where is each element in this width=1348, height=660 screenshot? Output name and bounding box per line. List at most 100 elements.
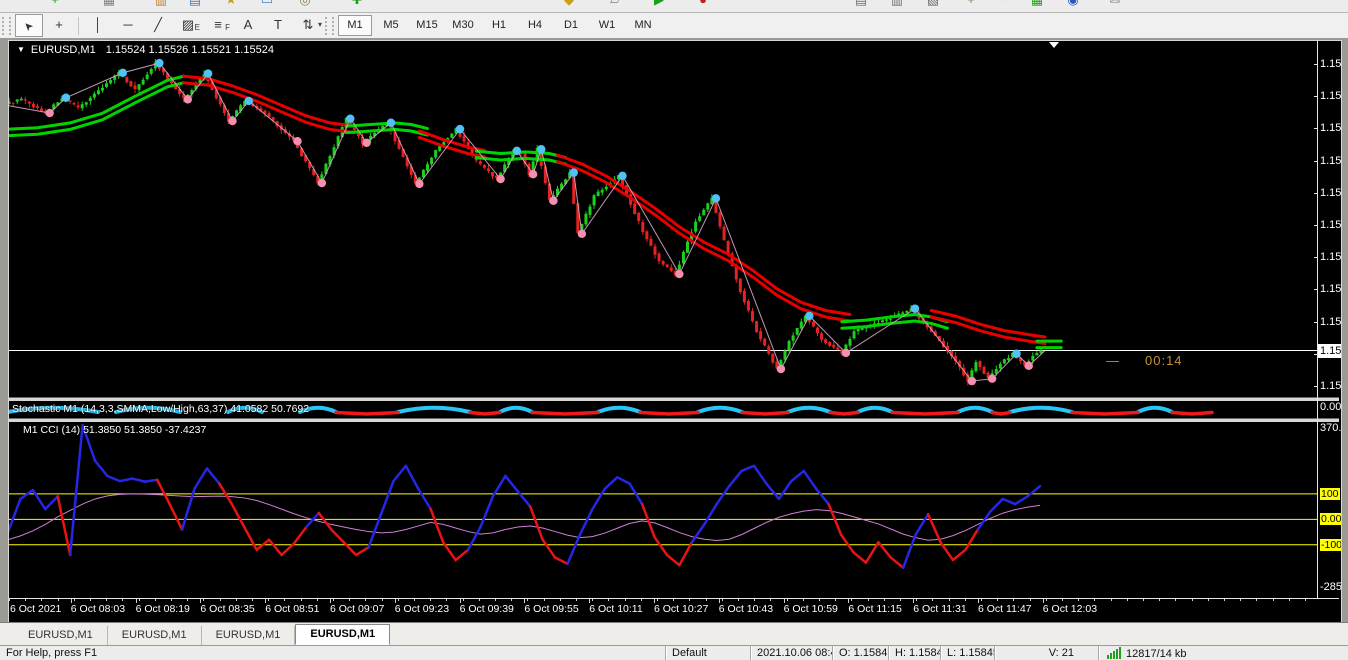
zoom-out-icon[interactable]: − bbox=[996, 0, 1014, 9]
time-minor-tick bbox=[1305, 599, 1306, 601]
chart-title-symbol: EURUSD,M1 bbox=[30, 44, 96, 56]
autotrading-start-icon[interactable]: ▶ bbox=[650, 0, 668, 9]
timeframe-button-w1[interactable]: W1 bbox=[590, 15, 624, 36]
timeframe-button-d1[interactable]: D1 bbox=[554, 15, 588, 36]
autotrading-stop-icon[interactable]: ● bbox=[694, 0, 712, 9]
price-tick-mark bbox=[1314, 289, 1318, 291]
time-tick-label: 6 Oct 09:39 bbox=[459, 603, 514, 615]
time-minor-tick bbox=[559, 599, 561, 601]
equidistant-channel-tool-button[interactable]: ▨ E bbox=[174, 14, 202, 37]
chart-tab[interactable]: EURUSD,M1 bbox=[202, 626, 296, 645]
chart-window[interactable]: ▼ EURUSD,M1 1.15524 1.15526 1.15521 1.1552… bbox=[8, 40, 1342, 624]
time-tick-label: 6 Oct 09:23 bbox=[394, 603, 450, 615]
symbol-dropdown-icon[interactable]: ▼ bbox=[17, 45, 25, 54]
price-tick-label: 1.1572 bbox=[1320, 186, 1342, 199]
cascade-windows-icon[interactable]: ▧ bbox=[924, 0, 942, 9]
help-icon[interactable]: ◉ bbox=[1064, 0, 1082, 9]
time-minor-tick bbox=[252, 599, 253, 601]
time-minor-tick bbox=[948, 599, 950, 601]
time-tick-label: 6 Oct 10:43 bbox=[718, 603, 774, 615]
timeframe-button-m30[interactable]: M30 bbox=[446, 15, 480, 36]
timeframe-button-m1[interactable]: M1 bbox=[338, 15, 372, 36]
chart-shift-marker[interactable] bbox=[1049, 42, 1059, 48]
expert-advisors-icon[interactable]: ▱ bbox=[606, 0, 624, 9]
market-watch-icon[interactable]: ▥ bbox=[152, 0, 170, 9]
time-tick-label: 6 Oct 08:51 bbox=[265, 603, 320, 615]
horizontal-line-tool-button[interactable]: ─ bbox=[114, 14, 142, 37]
chart-tab[interactable]: EURUSD,M1 bbox=[14, 626, 108, 645]
indicators-icon[interactable]: ▦ bbox=[1028, 0, 1046, 9]
chart-svg bbox=[9, 58, 1317, 569]
profiles-icon[interactable]: ▦ bbox=[100, 0, 118, 9]
navigator-icon[interactable]: ★ bbox=[222, 0, 240, 9]
chart-title-quotes: 1.15524 1.15526 1.15521 1.15524 bbox=[105, 44, 274, 56]
chart-canvas[interactable] bbox=[9, 41, 1339, 621]
time-tick-label: 6 Oct 08:35 bbox=[200, 603, 255, 615]
new-order-icon[interactable]: ✚ bbox=[348, 0, 366, 9]
time-minor-tick bbox=[657, 599, 658, 601]
crosshair-icon: + bbox=[55, 17, 63, 32]
arrows-icon: ⇅ bbox=[302, 17, 314, 32]
time-minor-tick bbox=[964, 599, 966, 601]
mt4-application-window: +▦▥▤★▭◎✚◆▱▶●▤▥▧+−▦◉✉ ➤+│─╱▨E≡FAT⇅▾ M1M5M… bbox=[0, 0, 1348, 660]
mail-icon[interactable]: ✉ bbox=[1106, 0, 1124, 9]
cci-axis-max: 370.34 bbox=[1320, 422, 1342, 434]
chart-tab-active[interactable]: EURUSD,M1 bbox=[295, 624, 391, 645]
time-minor-tick bbox=[316, 599, 318, 601]
text-label-tool-button[interactable]: T bbox=[264, 14, 292, 37]
toolbar-top: + ▦ ▥ ▤ ★ ▭ ◎ ✚ ◆ ▱ ▶ ● ▤ ▥ ▧ + − ▦ ◉ ✉ bbox=[0, 0, 1348, 13]
chevron-down-icon[interactable]: ▾ bbox=[318, 15, 322, 35]
data-window-icon[interactable]: ▤ bbox=[186, 0, 204, 9]
chart-tabs-bar: EURUSD,M1 EURUSD,M1 EURUSD,M1 EURUSD,M1 bbox=[0, 622, 1348, 645]
time-minor-tick bbox=[738, 599, 739, 601]
status-high: H: 1.15849 bbox=[888, 646, 940, 660]
vertical-line-tool-button[interactable]: │ bbox=[84, 14, 112, 37]
timeframe-button-h4[interactable]: H4 bbox=[518, 15, 552, 36]
toolbar-grip[interactable] bbox=[2, 16, 11, 35]
timeframe-button-m5[interactable]: M5 bbox=[374, 15, 408, 36]
price-tick-mark bbox=[1314, 160, 1318, 162]
trendline-tool-button[interactable]: ╱ bbox=[144, 14, 172, 37]
price-tick-mark bbox=[1314, 96, 1318, 98]
timeframe-button-m15[interactable]: M15 bbox=[410, 15, 444, 36]
status-profile[interactable]: Default bbox=[665, 646, 750, 660]
arrows-tool-button[interactable]: ⇅ ▾ bbox=[294, 14, 322, 37]
stochastic-axis-label: 0.00 bbox=[1320, 401, 1342, 413]
strategy-tester-icon[interactable]: ◎ bbox=[296, 0, 314, 9]
time-minor-tick bbox=[1224, 599, 1225, 601]
time-minor-tick bbox=[721, 599, 723, 601]
time-minor-tick bbox=[835, 599, 837, 601]
new-chart-icon[interactable]: + bbox=[46, 0, 64, 9]
toolbar-grip[interactable] bbox=[325, 16, 334, 35]
pane-splitter-cci[interactable] bbox=[9, 418, 1339, 422]
terminal-icon[interactable]: ▭ bbox=[258, 0, 276, 9]
time-minor-tick bbox=[138, 599, 140, 601]
time-minor-tick bbox=[1143, 599, 1144, 601]
text-tool-button[interactable]: A bbox=[234, 14, 262, 37]
fibonacci-retracement-tool-button[interactable]: ≡ F bbox=[204, 14, 232, 37]
price-tick-mark bbox=[1314, 385, 1318, 387]
cursor-tool-button[interactable]: ➤ bbox=[15, 14, 43, 37]
time-minor-tick bbox=[381, 599, 383, 601]
price-tick-mark bbox=[1314, 63, 1318, 65]
time-minor-tick bbox=[576, 599, 577, 601]
time-minor-tick bbox=[689, 599, 691, 601]
time-minor-tick bbox=[1062, 599, 1063, 601]
tile-vertical-icon[interactable]: ▥ bbox=[888, 0, 906, 9]
time-axis: 6 Oct 2021 6 Oct 08:03 6 Oct 08:19 6 Oct 08… bbox=[9, 598, 1339, 622]
text-label-icon: T bbox=[274, 17, 282, 32]
time-minor-tick bbox=[851, 599, 853, 601]
chart-tab[interactable]: EURUSD,M1 bbox=[108, 626, 202, 645]
tile-horizontal-icon[interactable]: ▤ bbox=[852, 0, 870, 9]
time-minor-tick bbox=[235, 599, 237, 601]
metaeditor-icon[interactable]: ◆ bbox=[560, 0, 578, 9]
timeframe-button-mn[interactable]: MN bbox=[626, 15, 660, 36]
zoom-in-icon[interactable]: + bbox=[962, 0, 980, 9]
crosshair-tool-button[interactable]: + bbox=[45, 14, 73, 37]
timeframe-button-h1[interactable]: H1 bbox=[482, 15, 516, 36]
pane-splitter-stochastic[interactable] bbox=[9, 397, 1339, 401]
price-tick-label: 1.1568 bbox=[1320, 218, 1342, 231]
time-minor-tick bbox=[802, 599, 804, 601]
time-minor-tick bbox=[1288, 599, 1290, 601]
price-tick-label: 1.1548 bbox=[1320, 379, 1342, 392]
